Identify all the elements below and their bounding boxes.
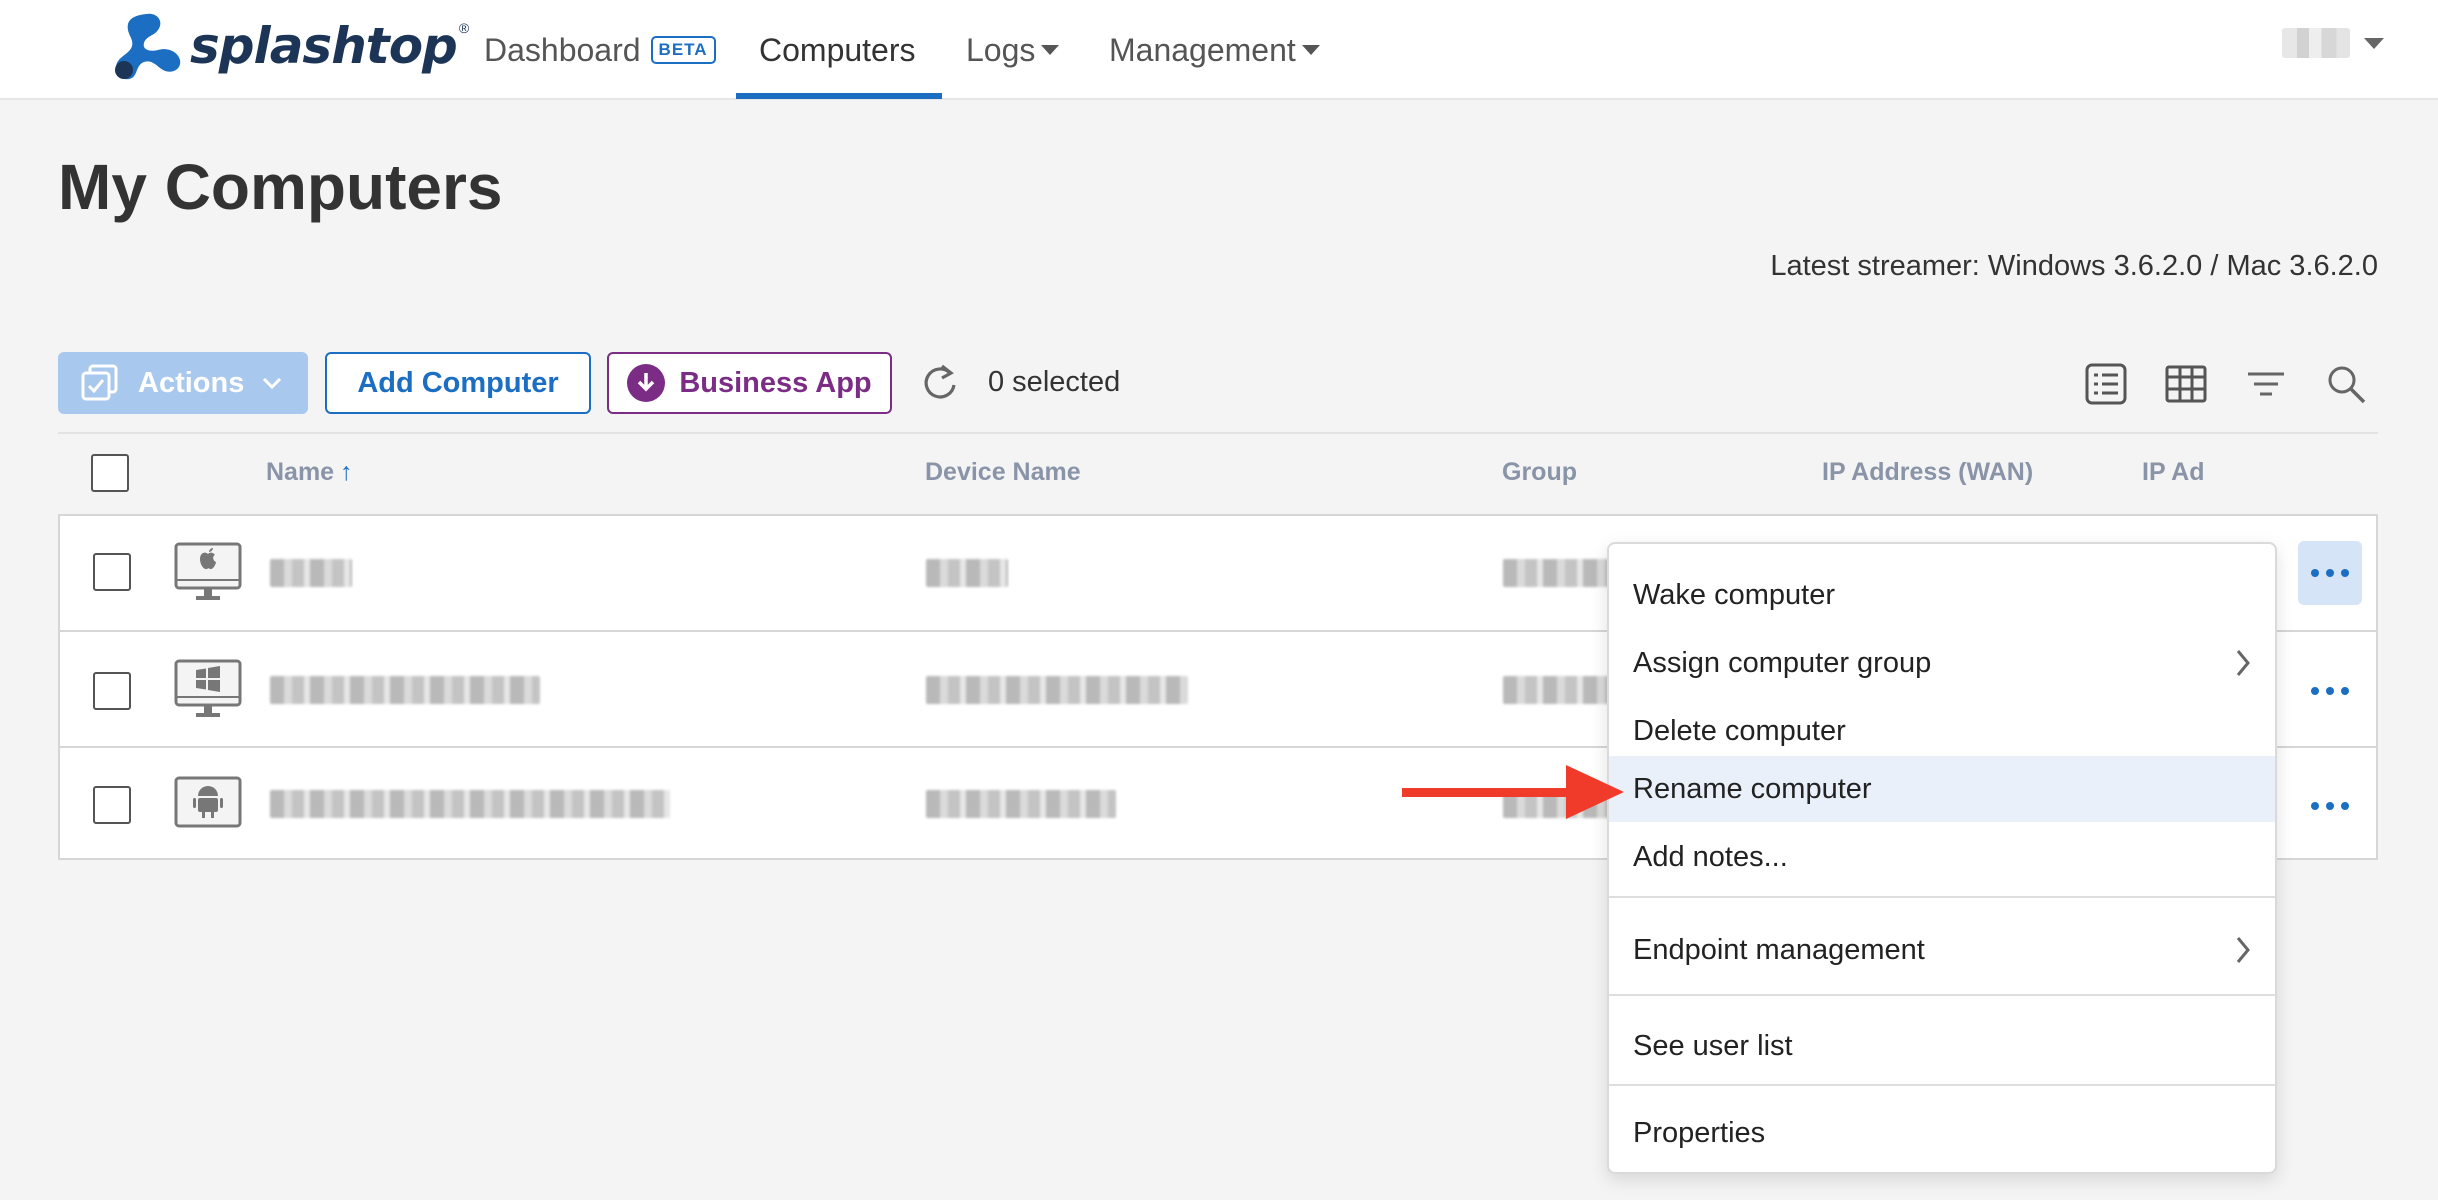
select-all-checkbox[interactable] bbox=[91, 454, 129, 492]
nav-management-label: Management bbox=[1109, 31, 1296, 68]
more-dot-icon bbox=[2311, 802, 2319, 810]
row-more-options-button[interactable] bbox=[2298, 659, 2362, 723]
splashtop-logo[interactable]: splashtop ® bbox=[108, 10, 469, 82]
row-more-options-button[interactable] bbox=[2298, 541, 2362, 605]
add-computer-label: Add Computer bbox=[357, 366, 559, 399]
android-device-icon bbox=[174, 776, 242, 828]
more-dot-icon bbox=[2311, 687, 2319, 695]
more-dot-icon bbox=[2341, 569, 2349, 577]
group-redacted bbox=[1503, 676, 1613, 704]
menu-item-label: Properties bbox=[1633, 1116, 1766, 1149]
user-avatar-redacted bbox=[2282, 28, 2350, 58]
multi-select-icon bbox=[81, 364, 118, 401]
annotation-arrow-icon bbox=[1402, 765, 1624, 819]
caret-down-icon bbox=[1301, 45, 1320, 55]
menu-item-see-user-list[interactable]: See user list bbox=[1609, 1006, 2275, 1086]
column-header-device-name[interactable]: Device Name bbox=[925, 458, 1081, 487]
chevron-down-icon bbox=[263, 377, 282, 390]
computer-name-redacted bbox=[270, 559, 352, 587]
column-header-group[interactable]: Group bbox=[1502, 458, 1577, 487]
selected-count: 0 selected bbox=[988, 366, 1121, 398]
more-dot-icon bbox=[2326, 569, 2334, 577]
caret-down-icon bbox=[2364, 37, 2384, 49]
column-header-ip-wan[interactable]: IP Address (WAN) bbox=[1822, 458, 2033, 487]
business-app-button[interactable]: Business App bbox=[607, 352, 892, 414]
sort-ascending-icon: ↑ bbox=[340, 458, 353, 486]
menu-item-label: Endpoint management bbox=[1633, 933, 1925, 966]
toolbar-divider bbox=[58, 432, 2378, 434]
computer-name-redacted bbox=[270, 676, 540, 704]
caret-down-icon bbox=[1041, 45, 1060, 55]
search-icon[interactable] bbox=[2324, 362, 2368, 406]
registered-mark: ® bbox=[458, 20, 470, 36]
nav-dashboard[interactable]: Dashboard BETA bbox=[484, 0, 716, 100]
menu-item-endpoint-management[interactable]: Endpoint management bbox=[1609, 910, 2275, 990]
add-computer-button[interactable]: Add Computer bbox=[325, 352, 591, 414]
menu-item-label: Wake computer bbox=[1633, 578, 1835, 611]
chevron-right-icon bbox=[2236, 937, 2250, 963]
top-navigation-bar: splashtop ® Dashboard BETA Computers Log… bbox=[0, 0, 2438, 100]
beta-badge: BETA bbox=[650, 36, 716, 64]
menu-item-properties[interactable]: Properties bbox=[1609, 1096, 2275, 1170]
splashtop-logo-icon bbox=[115, 13, 181, 80]
refresh-icon[interactable] bbox=[920, 363, 960, 403]
device-name-redacted bbox=[926, 790, 1116, 818]
menu-item-add-notes[interactable]: Add notes... bbox=[1609, 826, 2275, 888]
menu-item-label: Assign computer group bbox=[1633, 646, 1932, 679]
more-dot-icon bbox=[2326, 802, 2334, 810]
actions-label: Actions bbox=[138, 366, 245, 399]
more-dot-icon bbox=[2341, 802, 2349, 810]
download-icon bbox=[627, 364, 666, 402]
menu-item-label: Add notes... bbox=[1633, 840, 1788, 873]
column-header-ip-lan[interactable]: IP Ad bbox=[2142, 458, 2208, 487]
menu-item-wake-computer[interactable]: Wake computer bbox=[1609, 562, 2275, 628]
menu-item-delete-computer[interactable]: Delete computer bbox=[1609, 698, 2275, 764]
device-name-redacted bbox=[926, 559, 1008, 587]
more-dot-icon bbox=[2326, 687, 2334, 695]
column-header-name[interactable]: Name ↑ bbox=[266, 458, 353, 487]
grid-view-icon[interactable] bbox=[2164, 362, 2208, 406]
column-name-label: Name bbox=[266, 458, 335, 486]
chevron-right-icon bbox=[2236, 650, 2250, 676]
row-more-options-button[interactable] bbox=[2298, 774, 2362, 838]
page-title: My Computers bbox=[58, 151, 503, 223]
menu-divider bbox=[1609, 1084, 2275, 1086]
device-name-redacted bbox=[926, 676, 1188, 704]
menu-item-label: Delete computer bbox=[1633, 714, 1846, 747]
nav-logs-label: Logs bbox=[966, 31, 1036, 68]
nav-logs[interactable]: Logs bbox=[966, 0, 1060, 100]
nav-computers[interactable]: Computers bbox=[759, 0, 916, 100]
menu-divider bbox=[1609, 994, 2275, 996]
row-checkbox[interactable] bbox=[93, 553, 131, 591]
group-redacted bbox=[1503, 559, 1613, 587]
windows-computer-icon bbox=[174, 659, 242, 717]
menu-item-rename-computer[interactable]: Rename computer bbox=[1609, 756, 2275, 822]
filter-icon[interactable] bbox=[2244, 362, 2288, 406]
computer-context-menu: Wake computer Assign computer group Dele… bbox=[1607, 542, 2277, 1174]
menu-item-label: Rename computer bbox=[1633, 772, 1872, 805]
list-view-icon[interactable] bbox=[2084, 362, 2128, 406]
brand-name: splashtop bbox=[190, 17, 458, 75]
more-dot-icon bbox=[2311, 569, 2319, 577]
computer-name-redacted bbox=[270, 790, 670, 818]
menu-divider bbox=[1609, 896, 2275, 898]
latest-streamer-info: Latest streamer: Windows 3.6.2.0 / Mac 3… bbox=[1770, 250, 2378, 282]
menu-item-assign-computer-group[interactable]: Assign computer group bbox=[1609, 630, 2275, 696]
more-dot-icon bbox=[2341, 687, 2349, 695]
active-tab-indicator bbox=[736, 93, 942, 99]
nav-dashboard-label: Dashboard bbox=[484, 31, 641, 68]
row-checkbox[interactable] bbox=[93, 786, 131, 824]
nav-management[interactable]: Management bbox=[1109, 0, 1320, 100]
nav-computers-label: Computers bbox=[759, 31, 916, 68]
row-checkbox[interactable] bbox=[93, 672, 131, 710]
business-app-label: Business App bbox=[679, 366, 872, 399]
user-menu[interactable] bbox=[2282, 28, 2384, 58]
actions-button[interactable]: Actions bbox=[58, 352, 308, 414]
mac-computer-icon bbox=[174, 542, 242, 600]
menu-item-label: See user list bbox=[1633, 1029, 1793, 1062]
